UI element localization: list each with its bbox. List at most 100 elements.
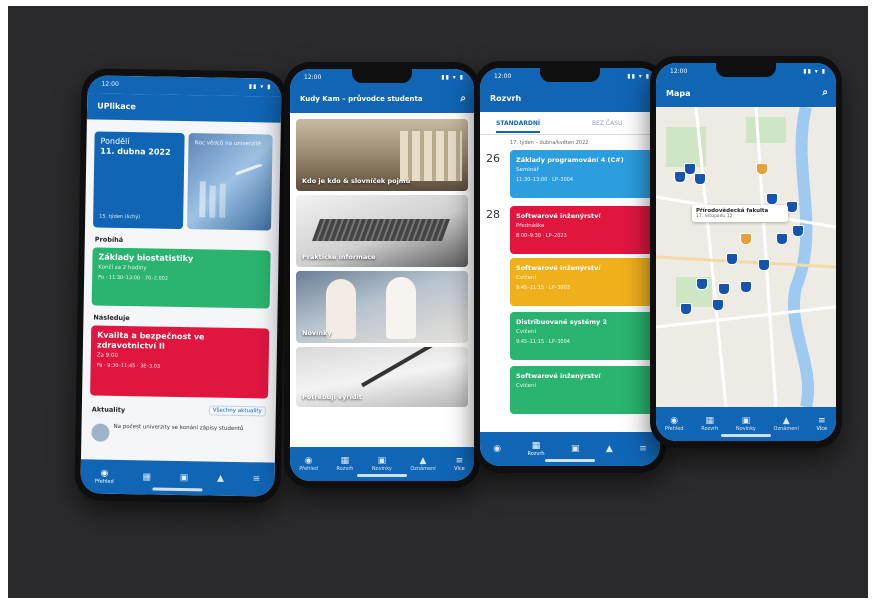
camera-notch xyxy=(540,68,600,82)
schedule-entry-title: Softwarové inženýrství xyxy=(516,264,601,272)
nav-news[interactable]: ▣ Novinky xyxy=(736,416,756,432)
phone-schedule: 12:00 ▮▮ ▾ ▮ Rozvrh STANDARDNÍ BEZ ČASU … xyxy=(474,61,666,473)
schedule-entry[interactable]: Softwarové inženýrství Cvičení 9:45–11:15 … xyxy=(510,258,656,306)
schedule-entry[interactable]: Distribuované systémy 2 Cvičení 9:45–11:15… xyxy=(510,312,656,360)
home-indicator xyxy=(545,459,595,462)
home-icon: ◉ xyxy=(100,468,109,479)
nav-news[interactable]: ▣ xyxy=(571,444,580,454)
map-pin[interactable] xyxy=(740,281,752,293)
schedule-entry[interactable]: Softwarové inženýrství Cvičení xyxy=(510,366,656,414)
map-pin[interactable] xyxy=(696,278,708,290)
map-pin[interactable] xyxy=(718,283,730,295)
nav-home[interactable]: ◉ xyxy=(493,444,501,454)
map-screen: 12:00 ▮▮ ▾ ▮ Mapa ⌕ Přírodovědecká fakul… xyxy=(656,63,836,441)
nav-menu[interactable]: ≡ xyxy=(639,444,647,454)
guide-card-practical[interactable]: Praktické informace xyxy=(296,195,468,267)
status-time: 12:00 xyxy=(304,74,322,81)
promo-card[interactable]: Noc vědců na univerzitě xyxy=(186,133,273,231)
status-time: 12:00 xyxy=(494,73,512,80)
schedule-title: Rozvrh xyxy=(490,94,522,103)
next-lesson-subtitle: Za 9:00 xyxy=(96,352,119,359)
map-pin[interactable] xyxy=(766,193,778,205)
news-all-link[interactable]: Všechny aktuality xyxy=(208,405,266,417)
schedule-entry-meta: 9:45–11:15 · LP–3004 xyxy=(516,339,570,345)
nav-news[interactable]: ▣ Novinky xyxy=(372,456,392,472)
home-icon: ◉ xyxy=(304,456,313,466)
section-current: Probíhá xyxy=(94,235,124,244)
search-icon[interactable]: ⌕ xyxy=(460,93,466,104)
schedule-entry[interactable]: Základy programování 4 (C#) Seminář 11:30–… xyxy=(510,150,656,198)
map-canvas[interactable] xyxy=(656,107,836,407)
calendar-icon: ▦ xyxy=(142,472,152,483)
guide-card-todo[interactable]: Potřebuji vyřídit xyxy=(296,347,468,407)
section-news: Aktuality xyxy=(91,405,126,415)
calendar-icon: ▦ xyxy=(340,456,350,466)
signal-icon: ▮▮ ▾ ▮ xyxy=(803,68,826,75)
status-time: 12:00 xyxy=(670,68,688,75)
nav-notifications[interactable]: ▲ Oznámení xyxy=(410,456,435,472)
menu-icon: ≡ xyxy=(818,416,826,426)
guide-card-label: Praktické informace xyxy=(302,253,376,261)
nav-calendar[interactable]: ▦ xyxy=(142,472,151,482)
background-stage: 12:00 ▮▮ ▾ ▮ UPlikace Pondělí 11. dubna … xyxy=(8,6,868,598)
nav-bell[interactable]: ▲ xyxy=(606,444,613,454)
news-item[interactable]: Na počest univerzity se konání zápisy st… xyxy=(113,424,263,433)
nav-schedule[interactable]: ▦ Rozvrh xyxy=(701,416,718,432)
tab-standard[interactable]: STANDARDNÍ xyxy=(496,120,541,133)
nav-home[interactable]: ◉ Přehled xyxy=(95,469,114,485)
schedule-entry-kind: Cvičení xyxy=(516,329,537,335)
phone-home: 12:00 ▮▮ ▾ ▮ UPlikace Pondělí 11. dubna … xyxy=(74,68,288,504)
current-lesson-subtitle: Končí za 2 hodiny xyxy=(98,264,147,272)
week-label: 15. týden (lichý) xyxy=(99,213,141,221)
bell-icon: ▲ xyxy=(419,456,427,466)
notebook-illustration xyxy=(311,219,451,241)
schedule-entry-title: Softwarové inženýrství xyxy=(516,372,601,380)
schedule-entry[interactable]: Softwarové inženýrství Přednáška 8:00–9:30… xyxy=(510,206,656,254)
map-pin[interactable] xyxy=(712,299,724,311)
nav-home[interactable]: ◉ Přehled xyxy=(299,456,318,472)
week-label: 17. týden – dubna/květen 2022 xyxy=(510,140,589,146)
menu-icon: ≡ xyxy=(639,444,647,454)
map-pin[interactable] xyxy=(758,259,770,271)
nav-schedule[interactable]: ▦ Rozvrh xyxy=(527,441,544,457)
current-lesson-meta: Po · 11:30–13:00 · 70–2.002 xyxy=(98,274,169,282)
map-popup[interactable]: Přírodovědecká fakulta 17. listopadu 12 xyxy=(692,205,788,222)
map-pin[interactable] xyxy=(776,233,788,245)
nav-notifications[interactable]: ▲ Oznámení xyxy=(774,416,799,432)
map-pin[interactable] xyxy=(726,253,738,265)
map-pin[interactable] xyxy=(792,225,804,237)
date-text: 11. dubna 2022 xyxy=(100,146,171,157)
nav-more[interactable]: ≡ Více xyxy=(454,456,465,472)
guide-card-who[interactable]: Kdo je kdo & slovníček pojmů xyxy=(296,119,468,191)
map-pin[interactable] xyxy=(680,303,692,315)
schedule-entry-title: Základy programování 4 (C#) xyxy=(516,156,624,164)
nav-home[interactable]: ◉ Přehled xyxy=(665,416,684,432)
map-pin[interactable] xyxy=(756,163,768,175)
news-icon: ▣ xyxy=(179,473,189,484)
schedule-entry-kind: Cvičení xyxy=(516,383,537,389)
map-pin[interactable] xyxy=(740,233,752,245)
next-lesson-card[interactable]: Kvalita a bezpečnost ve zdravotnictví II… xyxy=(90,325,270,399)
nav-more[interactable]: ≡ Více xyxy=(816,416,827,432)
bell-icon: ▲ xyxy=(216,473,225,484)
map-pin[interactable] xyxy=(694,173,706,185)
schedule-entry-kind: Seminář xyxy=(516,167,539,173)
schedule-tabs: STANDARDNÍ BEZ ČASU xyxy=(480,112,660,135)
search-icon[interactable]: ⌕ xyxy=(822,87,828,98)
pipette-illustration xyxy=(199,163,263,218)
nav-schedule[interactable]: ▦ Rozvrh xyxy=(336,456,353,472)
nav-bell[interactable]: ▲ xyxy=(217,474,224,484)
current-lesson-card[interactable]: Základy biostatistiky Končí za 2 hodiny … xyxy=(91,247,271,309)
home-appbar: UPlikace xyxy=(86,93,282,123)
tab-no-time[interactable]: BEZ ČASU xyxy=(592,120,622,127)
nav-news[interactable]: ▣ xyxy=(180,473,189,483)
guide-card-label: Potřebuji vyřídit xyxy=(302,393,362,401)
schedule-entry-title: Softwarové inženýrství xyxy=(516,212,601,220)
news-icon: ▣ xyxy=(570,444,580,454)
nav-menu[interactable]: ≡ xyxy=(253,474,261,484)
guide-card-news[interactable]: Novinky xyxy=(296,271,468,343)
section-next: Následuje xyxy=(93,313,130,323)
schedule-entry-meta: 8:00–9:30 · LP–2023 xyxy=(516,233,567,239)
map-popup-subtitle: 17. listopadu 12 xyxy=(696,214,733,219)
date-card[interactable]: Pondělí 11. dubna 2022 15. týden (lichý) xyxy=(93,131,185,230)
